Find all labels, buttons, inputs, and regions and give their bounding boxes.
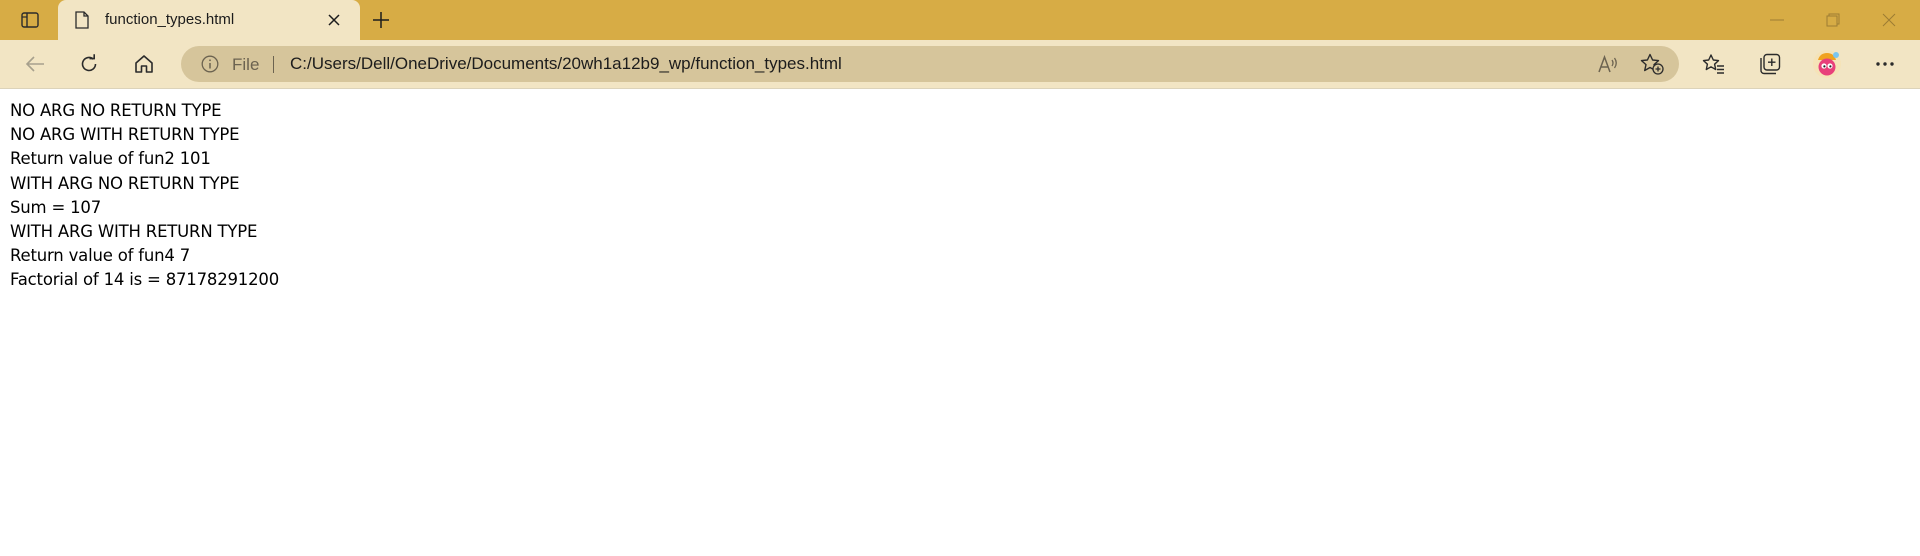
address-bar[interactable]: File C:/Users/Dell/OneDrive/Documents/20…	[181, 46, 1679, 82]
profile-avatar-icon	[1813, 50, 1841, 78]
new-tab-button[interactable]	[366, 6, 396, 34]
back-button[interactable]	[18, 48, 52, 80]
plus-icon	[373, 12, 389, 28]
output-line: Sum = 107	[10, 197, 102, 217]
output-line: NO ARG WITH RETURN TYPE	[10, 125, 240, 145]
output-line: Return value of fun4 7	[10, 246, 191, 266]
refresh-icon	[81, 54, 97, 72]
more-icon	[1876, 62, 1894, 66]
tab-actions-button[interactable]	[14, 6, 46, 34]
tab-strip: function_types.html	[0, 0, 1920, 40]
favorites-button[interactable]	[1697, 48, 1731, 80]
restore-button[interactable]	[1810, 0, 1856, 40]
address-separator	[273, 56, 274, 73]
output-line: WITH ARG NO RETURN TYPE	[10, 173, 240, 193]
scheme-label: File	[232, 55, 260, 74]
home-icon	[135, 55, 153, 73]
output-line: Return value of fun2 101	[10, 149, 211, 169]
close-icon	[1882, 13, 1896, 27]
add-favorite-button[interactable]	[1640, 52, 1664, 76]
read-aloud-icon	[1598, 54, 1617, 73]
window-close-button[interactable]	[1866, 0, 1912, 40]
favorites-icon	[1702, 54, 1724, 74]
document-icon	[74, 11, 92, 29]
output-line: WITH ARG WITH RETURN TYPE	[10, 222, 258, 242]
output-line: NO ARG NO RETURN TYPE	[10, 101, 222, 120]
profile-button[interactable]	[1810, 48, 1844, 80]
minimize-button[interactable]	[1754, 0, 1800, 40]
browser-toolbar: File C:/Users/Dell/OneDrive/Documents/20…	[0, 40, 1920, 89]
minimize-icon	[1770, 19, 1784, 21]
refresh-button[interactable]	[72, 48, 106, 80]
arrow-left-icon	[25, 56, 44, 72]
url-text[interactable]: C:/Users/Dell/OneDrive/Documents/20wh1a1…	[290, 54, 842, 74]
close-icon	[328, 14, 340, 26]
info-icon[interactable]	[201, 55, 219, 73]
collections-button[interactable]	[1753, 48, 1787, 80]
page-content: NO ARG NO RETURN TYPE NO ARG WITH RETURN…	[10, 99, 1910, 293]
star-plus-icon	[1640, 53, 1664, 75]
settings-menu-button[interactable]	[1868, 48, 1902, 80]
restore-icon	[1826, 13, 1840, 27]
collections-icon	[1760, 53, 1781, 75]
tab-close-button[interactable]	[324, 10, 344, 30]
active-tab[interactable]: function_types.html	[58, 0, 360, 40]
read-aloud-button[interactable]	[1596, 52, 1620, 76]
tab-actions-icon	[21, 12, 39, 28]
tab-title: function_types.html	[105, 11, 235, 28]
home-button[interactable]	[127, 48, 161, 80]
output-line: Factorial of 14 is = 87178291200	[10, 270, 279, 290]
